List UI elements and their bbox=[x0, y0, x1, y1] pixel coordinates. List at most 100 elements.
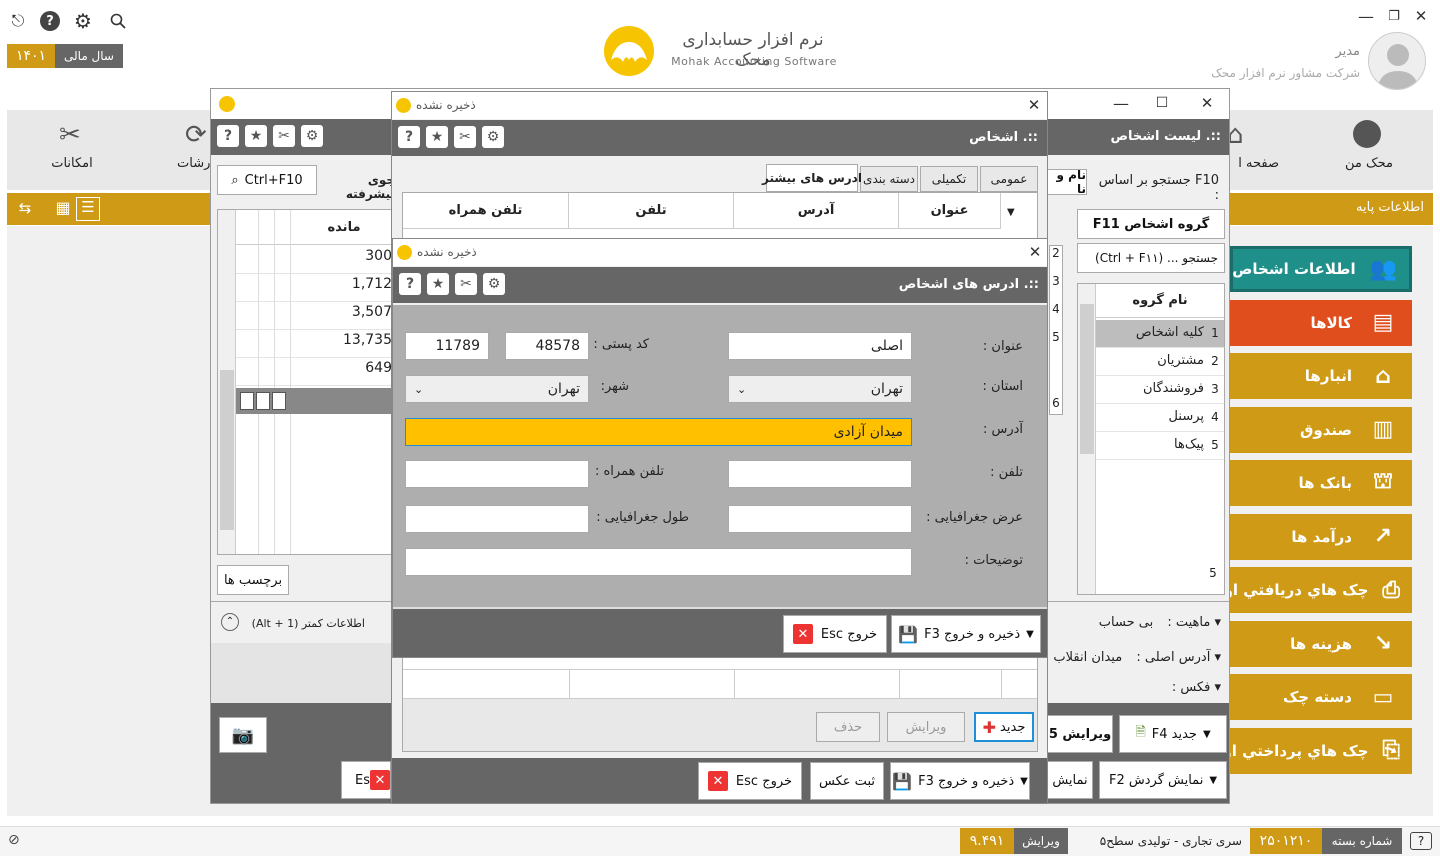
help-icon[interactable]: ? bbox=[399, 273, 421, 295]
group-scroll-thumb[interactable] bbox=[1080, 304, 1094, 454]
tab-0[interactable]: عمومی bbox=[980, 166, 1038, 192]
home-label[interactable]: صفحه ا bbox=[1229, 156, 1279, 171]
view-toggle-icon[interactable]: ⇆ bbox=[14, 199, 36, 219]
sidebar-item-3[interactable]: صندوق ▥ bbox=[1230, 406, 1412, 453]
latitude-field[interactable] bbox=[728, 505, 912, 533]
sidebar-item-6[interactable]: چک هاي دريافتي اول ⎙ bbox=[1211, 567, 1412, 613]
search-field-select[interactable]: نام و نا bbox=[1047, 169, 1087, 195]
title-field[interactable]: اصلی bbox=[728, 332, 912, 360]
help-icon[interactable]: ? bbox=[40, 11, 60, 31]
sort-dropdown-icon[interactable]: ▼ bbox=[1007, 207, 1015, 218]
mobile-field[interactable] bbox=[405, 460, 589, 488]
tools-icon[interactable]: ✂ bbox=[59, 120, 81, 150]
collapse-icon[interactable]: ⌃ bbox=[221, 613, 239, 631]
tab-2[interactable]: دسته بندی bbox=[860, 166, 918, 192]
address-save-exit-button[interactable]: ▼ ذخیره و خروج F3 💾 bbox=[891, 615, 1041, 653]
person-photo-button[interactable]: ثبت عکس bbox=[810, 762, 884, 800]
address-delete-button[interactable]: حذف bbox=[816, 712, 880, 742]
person-close-icon[interactable]: ✕ bbox=[1024, 95, 1044, 115]
address-col-header[interactable]: آدرس bbox=[734, 193, 899, 229]
mohak-nav-icon[interactable] bbox=[1353, 120, 1381, 148]
list-maximize-icon[interactable]: ☐ bbox=[1152, 93, 1172, 113]
less-info-label[interactable]: اطلاعات کمتر (Alt + 1) bbox=[245, 617, 365, 630]
main-address-dropdown-icon[interactable]: ▾ bbox=[1214, 650, 1221, 665]
province-select[interactable]: تهران ⌄ bbox=[728, 375, 912, 403]
reports-icon[interactable]: ⟳ bbox=[185, 120, 207, 150]
star-icon[interactable]: ★ bbox=[245, 125, 267, 147]
status-left-icon[interactable]: ⊘ bbox=[8, 832, 28, 850]
avatar[interactable] bbox=[1368, 32, 1426, 90]
list-edit-button[interactable]: ویرایش 5 bbox=[1047, 715, 1113, 753]
person-save-exit-button[interactable]: ▼ ذخیره و خروج F3 💾 bbox=[890, 762, 1030, 800]
show-button[interactable]: نمایش bbox=[1047, 761, 1093, 799]
sidebar-item-0[interactable]: اطلاعات اشخاص 👥 bbox=[1230, 246, 1412, 292]
longitude-field[interactable] bbox=[405, 505, 589, 533]
list-new-button[interactable]: ▼ جدید F4 🗎 bbox=[1119, 715, 1227, 753]
address-col-header[interactable]: تلفن bbox=[569, 193, 734, 229]
address-col-header[interactable]: تلفن همراه bbox=[403, 193, 569, 229]
sidebar-item-2[interactable]: انبارها ⌂ bbox=[1230, 353, 1412, 399]
address-col-header[interactable]: عنوان bbox=[899, 193, 1001, 229]
sidebar-item-1[interactable]: کالاها ▤ bbox=[1230, 299, 1412, 346]
minimize-icon[interactable]: — bbox=[1356, 6, 1376, 26]
help-icon[interactable]: ? bbox=[398, 126, 420, 148]
close-icon[interactable]: ✕ bbox=[1411, 6, 1431, 26]
help-icon[interactable]: ? bbox=[217, 125, 239, 147]
list-close-icon[interactable]: ✕ bbox=[1197, 93, 1217, 113]
gear-icon[interactable]: ⚙ bbox=[301, 125, 323, 147]
gear-icon[interactable]: ⚙ bbox=[483, 273, 505, 295]
turnover-button[interactable]: ▼ نمایش گردش F2 bbox=[1099, 761, 1227, 799]
camera-button[interactable]: 📷 bbox=[219, 717, 267, 753]
search-icon[interactable] bbox=[108, 11, 128, 31]
nature-dropdown-icon[interactable]: ▾ bbox=[1214, 615, 1221, 630]
tags-button[interactable]: برچسب ها bbox=[217, 565, 289, 595]
person-exit-button[interactable]: خروج Esc ✕ bbox=[698, 762, 802, 800]
group-row[interactable]: 2 مشتریان bbox=[1096, 348, 1224, 376]
address-edit-button[interactable]: ویرایش bbox=[887, 712, 965, 742]
sidebar-item-7[interactable]: هزینه ها ↘ bbox=[1230, 620, 1412, 667]
phone-field[interactable] bbox=[728, 460, 912, 488]
address-close-icon[interactable]: ✕ bbox=[1025, 242, 1045, 262]
person-grid-scroll-thumb[interactable] bbox=[220, 370, 234, 530]
group-button[interactable]: گروه اشخاص F11 bbox=[1077, 209, 1225, 239]
tab-3[interactable]: ادرس های بیشتر bbox=[762, 164, 862, 192]
group-row[interactable]: 5 پیک‌ها bbox=[1096, 432, 1224, 460]
logout-icon[interactable]: ⎋ bbox=[8, 11, 28, 31]
search-button[interactable]: Ctrl+F10 ⌕ bbox=[217, 165, 317, 195]
star-icon[interactable]: ★ bbox=[426, 126, 448, 148]
balance-cell[interactable]: 649 bbox=[236, 360, 394, 386]
fax-dropdown-icon[interactable]: ▾ bbox=[1214, 680, 1221, 695]
tools-icon[interactable]: ✂ bbox=[454, 126, 476, 148]
mohak-nav-label[interactable]: محک من bbox=[1337, 156, 1401, 171]
postal-field-1[interactable]: 48578 bbox=[505, 332, 589, 360]
balance-cell[interactable]: 300 bbox=[236, 248, 394, 274]
balance-cell[interactable]: 1,712 bbox=[236, 276, 394, 302]
list-view-icon[interactable]: ☰ bbox=[76, 197, 100, 221]
sidebar-item-9[interactable]: چک هاي پرداختي اول ⎘ bbox=[1209, 727, 1412, 774]
group-row[interactable]: 1 کلیه اشخاص bbox=[1096, 320, 1224, 348]
status-help-icon[interactable]: ? bbox=[1410, 832, 1432, 850]
balance-cell[interactable]: 3,507 bbox=[236, 304, 394, 330]
group-search-input[interactable]: جستجو ... (Ctrl + F۱۱) bbox=[1077, 243, 1225, 273]
address-exit-button[interactable]: خروج Esc ✕ bbox=[783, 615, 887, 653]
grid-view-icon[interactable]: ▦ bbox=[52, 198, 74, 220]
fiscal-year-value[interactable]: ۱۴۰۱ bbox=[7, 44, 55, 68]
list-minimize-icon[interactable]: — bbox=[1111, 93, 1131, 113]
tab-1[interactable]: تکمیلی bbox=[920, 166, 978, 192]
gear-icon[interactable]: ⚙ bbox=[482, 126, 504, 148]
sidebar-item-5[interactable]: درآمد ها ↗ bbox=[1230, 513, 1412, 560]
city-select[interactable]: تهران ⌄ bbox=[405, 375, 589, 403]
star-icon[interactable]: ★ bbox=[427, 273, 449, 295]
address-new-button[interactable]: جدید ✚ bbox=[974, 712, 1034, 742]
group-row[interactable]: 4 پرسنل bbox=[1096, 404, 1224, 432]
restore-icon[interactable]: ❐ bbox=[1384, 6, 1404, 26]
advanced-search-label[interactable]: جوی پیشرفته bbox=[323, 173, 395, 201]
sidebar-item-4[interactable]: بانک ها ⛫ bbox=[1230, 460, 1412, 506]
group-row[interactable]: 3 فروشندگان bbox=[1096, 376, 1224, 404]
tools-icon[interactable]: ✂ bbox=[273, 125, 295, 147]
notes-field[interactable] bbox=[405, 548, 912, 576]
postal-field-2[interactable]: 11789 bbox=[405, 332, 489, 360]
tools-icon[interactable]: ✂ bbox=[455, 273, 477, 295]
address-field[interactable]: میدان آزادی bbox=[405, 418, 912, 446]
settings-icon[interactable]: ⚙ bbox=[73, 9, 93, 33]
